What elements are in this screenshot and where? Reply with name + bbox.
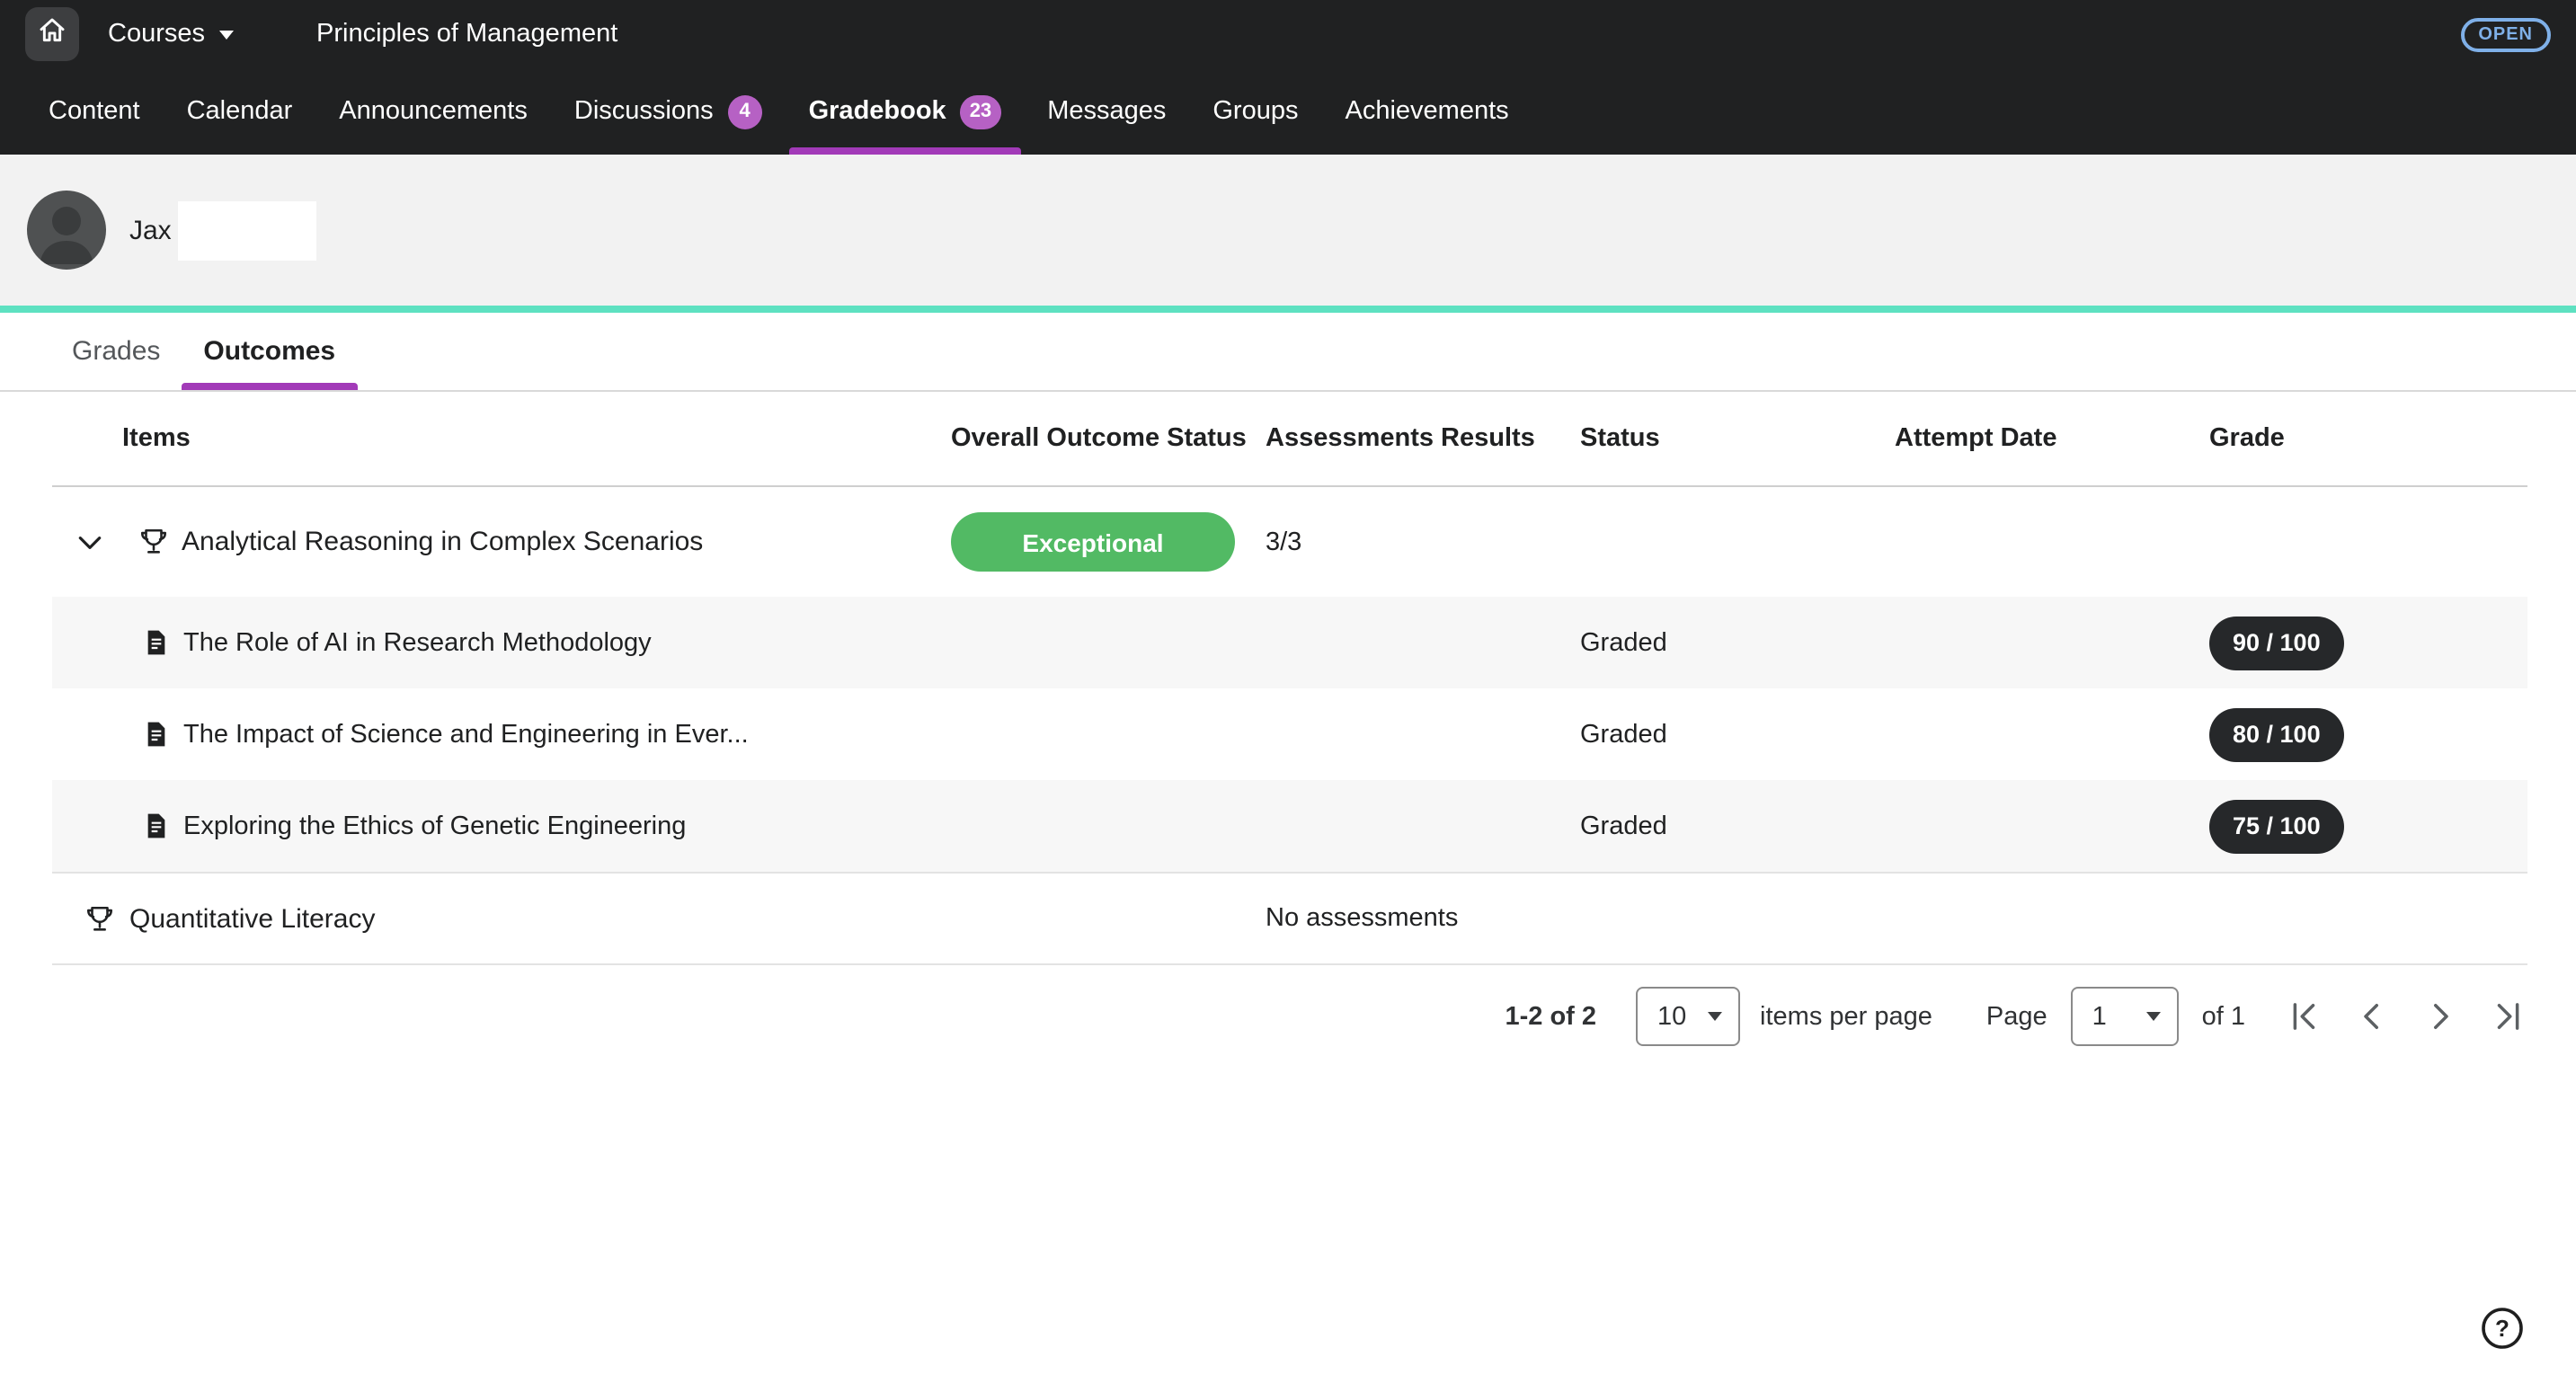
home-icon — [38, 15, 67, 53]
col-header-overall-outcome-status: Overall Outcome Status — [951, 424, 1266, 453]
outcome-title: Analytical Reasoning in Complex Scenario… — [182, 527, 703, 557]
assessment-row: Exploring the Ethics of Genetic Engineer… — [52, 780, 2527, 874]
open-status-badge: OPEN — [2460, 17, 2551, 51]
avatar — [27, 191, 106, 270]
assessment-status: Graded — [1580, 720, 1895, 749]
tab-outcomes[interactable]: Outcomes — [182, 313, 357, 390]
nav-item-discussions[interactable]: Discussions 4 — [551, 68, 786, 155]
document-icon — [142, 719, 171, 750]
page-count-label: of 1 — [2202, 1002, 2245, 1031]
first-page-button[interactable] — [2285, 998, 2323, 1035]
document-icon — [142, 627, 171, 658]
course-title: Principles of Management — [316, 20, 617, 49]
gradebook-tabs: Grades Outcomes — [0, 313, 2576, 392]
nav-item-messages[interactable]: Messages — [1024, 68, 1189, 155]
grade-badge: 75 / 100 — [2209, 799, 2344, 853]
nav-item-content[interactable]: Content — [25, 68, 164, 155]
outcome-title: Quantitative Literacy — [129, 903, 376, 934]
nav-item-announcements[interactable]: Announcements — [315, 68, 551, 155]
col-header-grade: Grade — [2209, 424, 2524, 453]
outcome-status-badge: Exceptional — [951, 512, 1235, 572]
student-name: Jax — [129, 200, 317, 260]
assessment-row: The Role of AI in Research Methodology G… — [52, 597, 2527, 688]
svg-text:?: ? — [2495, 1315, 2509, 1342]
person-icon — [27, 191, 106, 270]
grade-badge: 80 / 100 — [2209, 707, 2344, 761]
outcomes-table: Items Overall Outcome Status Assessments… — [52, 392, 2527, 965]
nav-item-achievements[interactable]: Achievements — [1322, 68, 1532, 155]
home-button[interactable] — [25, 7, 79, 61]
discussions-count-badge: 4 — [728, 94, 762, 129]
assessments-results-value: No assessments — [1266, 904, 1580, 933]
gradebook-count-badge: 23 — [961, 94, 1001, 129]
help-icon: ? — [2479, 1305, 2526, 1352]
assessment-title: The Impact of Science and Engineering in… — [183, 720, 749, 749]
trophy-icon — [138, 527, 169, 557]
previous-page-button[interactable] — [2353, 998, 2391, 1035]
assessment-title: The Role of AI in Research Methodology — [183, 628, 652, 657]
assessment-title: Exploring the Ethics of Genetic Engineer… — [183, 812, 686, 840]
chevron-down-icon[interactable] — [68, 528, 111, 556]
course-nav: Content Calendar Announcements Discussio… — [0, 68, 2576, 155]
document-icon — [142, 811, 171, 841]
last-page-button[interactable] — [2490, 998, 2527, 1035]
assessments-results-value: 3/3 — [1266, 528, 1580, 556]
grade-badge: 90 / 100 — [2209, 616, 2344, 670]
page-number-select[interactable]: 1 — [2071, 987, 2179, 1046]
next-page-button[interactable] — [2421, 998, 2459, 1035]
col-header-status: Status — [1580, 424, 1895, 453]
pager-controls — [2285, 998, 2527, 1035]
chevron-down-icon — [1708, 1012, 1722, 1021]
redacted-last-name — [179, 200, 317, 260]
courses-dropdown[interactable]: Courses — [108, 20, 234, 49]
top-bar: Courses Principles of Management OPEN — [0, 0, 2576, 68]
page-label: Page — [1986, 1002, 2047, 1031]
teal-divider — [0, 306, 2576, 313]
col-header-attempt-date: Attempt Date — [1895, 424, 2209, 453]
results-range: 1-2 of 2 — [1506, 1002, 1597, 1031]
student-header: Jax — [0, 155, 2576, 306]
pagination-bar: 1-2 of 2 10 items per page Page 1 of 1 — [52, 965, 2527, 1046]
outcome-row: Quantitative Literacy No assessments — [52, 874, 2527, 965]
assessment-status: Graded — [1580, 628, 1895, 657]
help-button[interactable]: ? — [2479, 1305, 2526, 1352]
assessment-status: Graded — [1580, 812, 1895, 840]
tab-grades[interactable]: Grades — [50, 313, 182, 390]
page: Courses Principles of Management OPEN Co… — [0, 0, 2576, 1375]
trophy-icon — [84, 903, 115, 934]
chevron-down-icon — [219, 30, 234, 39]
col-header-items: Items — [52, 424, 951, 453]
col-header-assessments-results: Assessments Results — [1266, 424, 1580, 453]
chevron-down-icon — [2146, 1012, 2161, 1021]
items-per-page-select[interactable]: 10 — [1636, 987, 1740, 1046]
courses-label: Courses — [108, 20, 205, 49]
items-per-page-label: items per page — [1760, 1002, 1932, 1031]
assessment-row: The Impact of Science and Engineering in… — [52, 688, 2527, 780]
table-header-row: Items Overall Outcome Status Assessments… — [52, 392, 2527, 487]
nav-item-calendar[interactable]: Calendar — [164, 68, 316, 155]
outcome-row: Analytical Reasoning in Complex Scenario… — [52, 487, 2527, 597]
nav-item-gradebook[interactable]: Gradebook 23 — [786, 68, 1025, 155]
nav-item-groups[interactable]: Groups — [1189, 68, 1321, 155]
